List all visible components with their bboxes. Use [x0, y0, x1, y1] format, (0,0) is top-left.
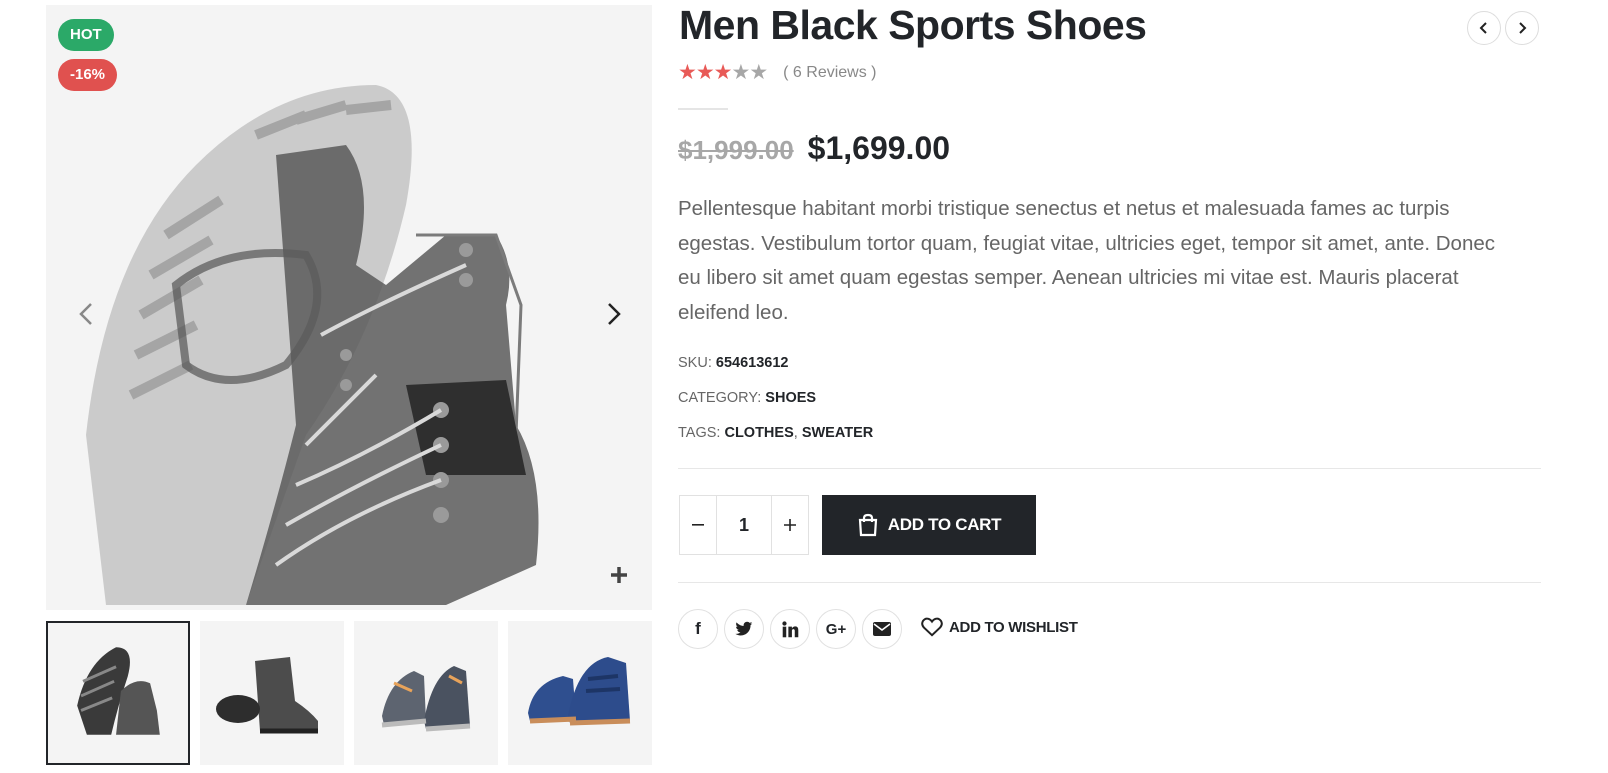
product-rating: ★★★★★ ( 6 Reviews ) — [678, 62, 877, 83]
shopping-bag-icon — [858, 513, 877, 537]
divider — [678, 582, 1541, 583]
product-title: Men Black Sports Shoes — [679, 2, 1147, 48]
category-row: CATEGORY: SHOES — [678, 390, 816, 406]
quantity-decrease-button[interactable] — [679, 495, 717, 555]
divider — [678, 468, 1541, 469]
boots-thumb-image — [48, 623, 188, 763]
sku-row: SKU: 654613612 — [678, 355, 788, 371]
thumbnail-strip — [46, 621, 652, 766]
add-to-cart-button[interactable]: ADD TO CART — [822, 495, 1036, 555]
boot-side-thumb-image — [200, 621, 344, 765]
tag-link[interactable]: SWEATER — [802, 425, 873, 441]
quantity-stepper: 1 — [679, 495, 809, 555]
share-linkedin-button[interactable] — [770, 609, 810, 649]
thumbnail-4[interactable] — [508, 621, 652, 765]
twitter-icon — [735, 621, 753, 636]
blue-sneakers-thumb-image — [508, 621, 652, 765]
share-google-plus-button[interactable]: G+ — [816, 609, 856, 649]
reviews-link[interactable]: ( 6 Reviews ) — [783, 64, 876, 82]
tag-link[interactable]: CLOTHES — [724, 425, 793, 441]
chevron-right-icon — [1519, 22, 1527, 34]
next-product-button[interactable] — [1505, 11, 1539, 45]
old-price: $1,999.00 — [678, 135, 794, 165]
star-filled-icon: ★ — [695, 61, 715, 84]
discount-badge: -16% — [58, 59, 118, 91]
divider — [678, 108, 728, 110]
chevron-left-icon — [79, 303, 92, 325]
sku-value: 654613612 — [715, 355, 789, 371]
plus-icon — [784, 519, 796, 531]
facebook-icon: f — [695, 619, 701, 638]
star-empty-icon: ★ — [731, 61, 750, 84]
linkedin-icon — [781, 620, 798, 637]
product-main-image[interactable]: HOT -16% — [46, 5, 652, 610]
tags-row: TAGS: CLOTHES, SWEATER — [678, 425, 874, 441]
tags-label: TAGS: — [678, 425, 721, 441]
thumbnail-1[interactable] — [46, 621, 190, 765]
google-plus-icon: G+ — [825, 620, 847, 638]
sku-label: SKU: — [678, 355, 712, 371]
chevron-left-icon — [1479, 22, 1487, 34]
add-to-wishlist-button[interactable]: ADD TO WISHLIST — [921, 617, 1078, 637]
star-filled-icon: ★ — [678, 61, 697, 84]
price-block: $1,999.00 $1,699.00 — [678, 130, 950, 167]
share-twitter-button[interactable] — [724, 609, 764, 649]
star-empty-icon: ★ — [749, 61, 768, 84]
heart-icon — [921, 617, 943, 637]
envelope-icon — [873, 622, 891, 636]
plus-icon — [611, 567, 627, 583]
zoom-button[interactable] — [606, 562, 632, 588]
minus-icon — [692, 524, 704, 526]
share-facebook-button[interactable]: f — [678, 609, 718, 649]
gallery-prev-button[interactable] — [72, 295, 100, 333]
prev-product-button[interactable] — [1467, 11, 1501, 45]
thumbnail-3[interactable] — [354, 621, 498, 765]
thumbnail-2[interactable] — [200, 621, 344, 765]
star-filled-icon: ★ — [713, 61, 733, 84]
add-to-cart-label: ADD TO CART — [887, 515, 1002, 534]
quantity-increase-button[interactable] — [771, 495, 809, 555]
current-price: $1,699.00 — [807, 130, 951, 166]
grey-sneakers-thumb-image — [354, 621, 498, 765]
category-link[interactable]: SHOES — [765, 390, 816, 406]
product-description: Pellentesque habitant morbi tristique se… — [678, 197, 1495, 324]
category-label: CATEGORY: — [678, 390, 762, 406]
hot-badge: HOT — [58, 19, 114, 51]
chevron-right-icon — [608, 303, 621, 325]
boots-photo — [46, 5, 652, 610]
rating-stars: ★★★★★ — [678, 61, 768, 84]
gallery-next-button[interactable] — [600, 295, 628, 333]
quantity-input[interactable]: 1 — [717, 495, 771, 555]
share-email-button[interactable] — [862, 609, 902, 649]
wishlist-label: ADD TO WISHLIST — [949, 618, 1078, 636]
share-links: f G+ — [678, 609, 908, 649]
